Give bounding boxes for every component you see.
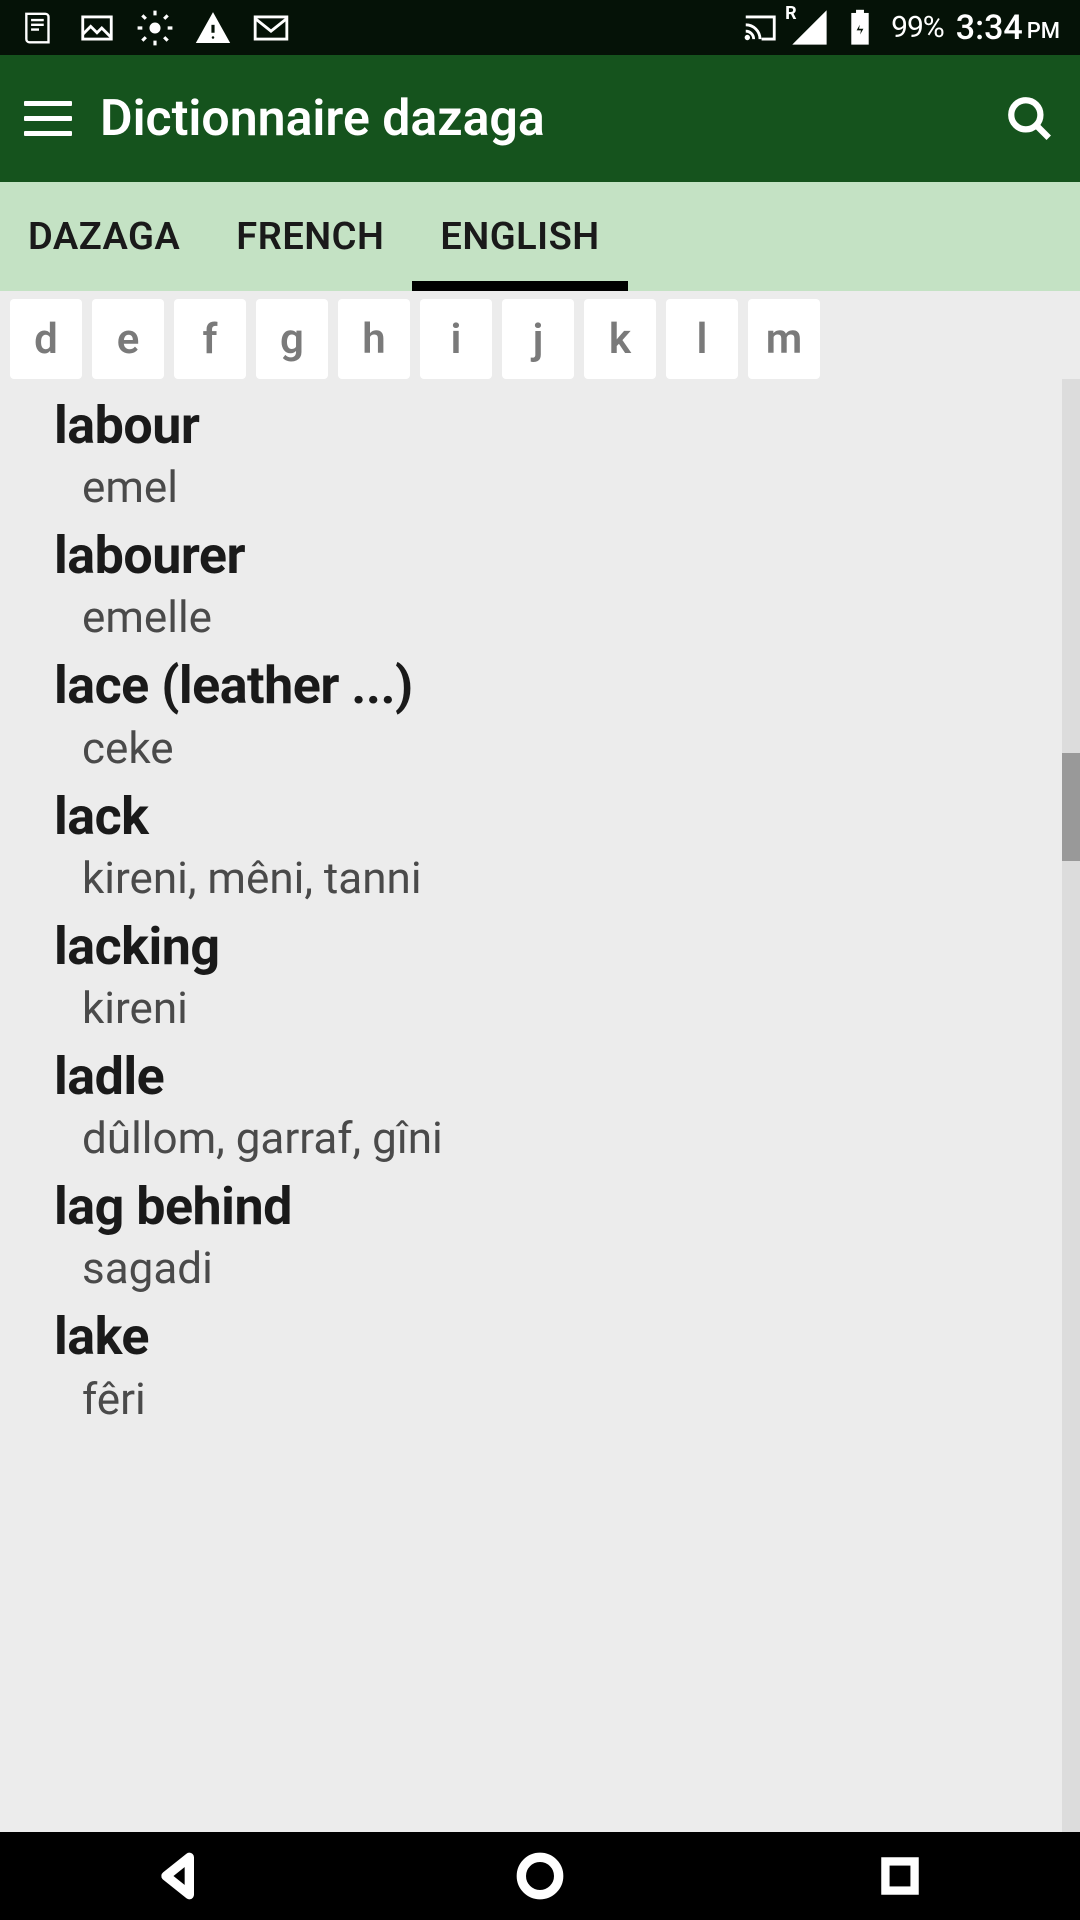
app-title: Dictionnaire dazaga	[100, 90, 976, 148]
alpha-letter-h[interactable]: h	[338, 299, 410, 379]
image-icon	[78, 9, 116, 47]
list-item[interactable]: lacking kireni	[54, 918, 1080, 1036]
app-header: Dictionnaire dazaga	[0, 55, 1080, 182]
alpha-letter-j[interactable]: j	[502, 299, 574, 379]
entry-headword: ladle	[54, 1048, 1080, 1105]
alpha-letter-e[interactable]: e	[92, 299, 164, 379]
alphabet-index-row: defghijklm	[0, 291, 1080, 379]
tab-dazaga[interactable]: DAZAGA	[0, 182, 208, 291]
entry-definition: dûllom, garraf, gîni	[82, 1111, 1080, 1166]
entry-definition: emelle	[82, 590, 1080, 645]
entry-definition: kireni, mêni, tanni	[82, 851, 1080, 906]
entry-definition: sagadi	[82, 1241, 1080, 1296]
entry-headword: lace (leather ...)	[54, 657, 1080, 714]
alpha-letter-f[interactable]: f	[174, 299, 246, 379]
android-nav-bar	[0, 1832, 1080, 1920]
language-tabs: DAZAGAFRENCHENGLISH	[0, 182, 1080, 291]
clock-time: 3:34PM	[956, 8, 1060, 48]
entry-headword: lack	[54, 788, 1080, 845]
back-button[interactable]	[135, 1846, 225, 1906]
list-item[interactable]: lace (leather ...) ceke	[54, 657, 1080, 775]
alpha-letter-m[interactable]: m	[748, 299, 820, 379]
status-left-icons	[20, 9, 290, 47]
tab-french[interactable]: FRENCH	[208, 182, 412, 291]
battery-percent: 99%	[891, 10, 944, 45]
book-icon	[20, 9, 58, 47]
alpha-letter-i[interactable]: i	[420, 299, 492, 379]
battery-icon	[841, 9, 879, 47]
menu-button[interactable]	[24, 95, 72, 143]
entry-headword: lacking	[54, 918, 1080, 975]
alpha-letter-g[interactable]: g	[256, 299, 328, 379]
alpha-letter-d[interactable]: d	[10, 299, 82, 379]
cast-icon	[741, 9, 779, 47]
tab-english[interactable]: ENGLISH	[412, 182, 627, 291]
list-item[interactable]: labourer emelle	[54, 527, 1080, 645]
list-item[interactable]: lake fêri	[54, 1308, 1080, 1426]
list-item[interactable]: labour emel	[54, 397, 1080, 515]
entry-definition: emel	[82, 460, 1080, 515]
search-button[interactable]	[1004, 93, 1056, 145]
home-button[interactable]	[495, 1846, 585, 1906]
entries-container: labour emel labourer emelle lace (leather ..…	[0, 379, 1080, 1832]
entry-headword: lag behind	[54, 1178, 1080, 1235]
gear-icon	[136, 9, 174, 47]
entry-headword: lake	[54, 1308, 1080, 1365]
signal-badge: R	[785, 3, 797, 24]
entry-headword: labour	[54, 397, 1080, 454]
signal-icon: R	[791, 9, 829, 47]
status-right: R 99% 3:34PM	[741, 8, 1060, 48]
entry-definition: fêri	[82, 1372, 1080, 1427]
entry-definition: ceke	[82, 721, 1080, 776]
alpha-letter-k[interactable]: k	[584, 299, 656, 379]
list-item[interactable]: lag behind sagadi	[54, 1178, 1080, 1296]
warning-icon	[194, 9, 232, 47]
entry-headword: labourer	[54, 527, 1080, 584]
entries-list[interactable]: labour emel labourer emelle lace (leather ..…	[0, 379, 1080, 1832]
list-item[interactable]: ladle dûllom, garraf, gîni	[54, 1048, 1080, 1166]
status-bar: R 99% 3:34PM	[0, 0, 1080, 55]
recent-apps-button[interactable]	[855, 1846, 945, 1906]
alpha-letter-l[interactable]: l	[666, 299, 738, 379]
mail-icon	[252, 9, 290, 47]
entry-definition: kireni	[82, 981, 1080, 1036]
list-item[interactable]: lack kireni, mêni, tanni	[54, 788, 1080, 906]
